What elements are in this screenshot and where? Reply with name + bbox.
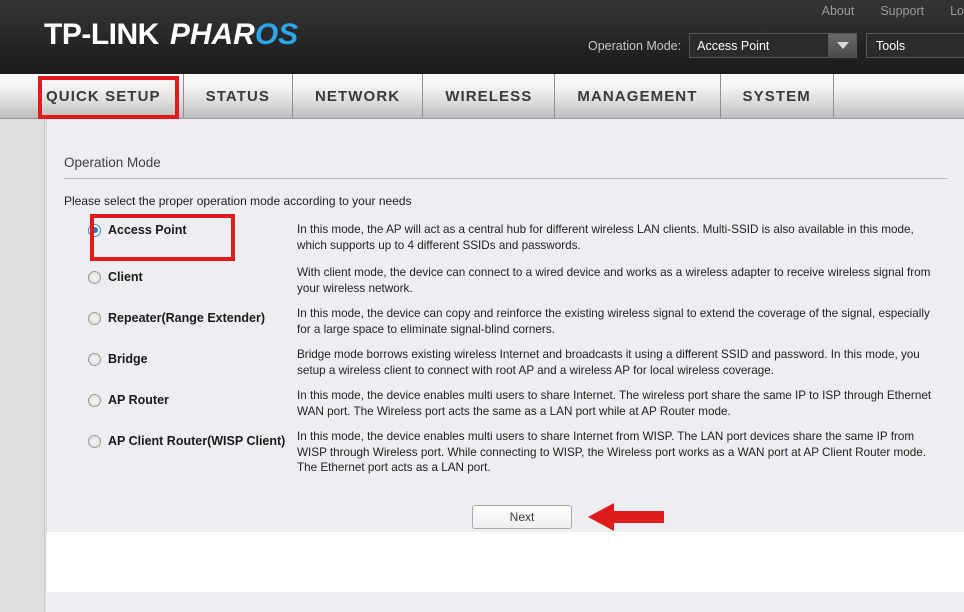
mode-option-client[interactable]: Client With client mode, the device can … [64, 266, 948, 307]
mode-description: In this mode, the device enables multi u… [297, 430, 926, 474]
tab-system[interactable]: SYSTEM [721, 74, 834, 118]
page-header: TP-LINK PHAROS About Support Lo Operation… [0, 0, 964, 74]
tools-select[interactable]: Tools [866, 33, 964, 58]
header-links: About Support Lo [822, 4, 964, 18]
radio-ap-router[interactable] [88, 393, 101, 407]
logout-link[interactable]: Lo [950, 4, 964, 18]
pharos-config-page: TP-LINK PHAROS About Support Lo Operation… [0, 0, 964, 612]
tp-link-pharos-logo: TP-LINK PHAROS [44, 18, 298, 52]
mode-option-ap-client-router[interactable]: AP Client Router(WISP Client) In this mo… [64, 430, 948, 490]
mode-description: In this mode, the device enables multi u… [297, 389, 932, 418]
mode-label: Access Point [108, 223, 187, 237]
brand-pharos: PHAROS [170, 18, 298, 51]
support-link[interactable]: Support [880, 4, 924, 18]
tools-value: Tools [876, 38, 906, 53]
left-gutter [0, 119, 45, 612]
tab-status[interactable]: STATUS [184, 74, 293, 118]
tab-wireless[interactable]: WIRELESS [423, 74, 556, 118]
mode-label: Client [108, 270, 143, 284]
mode-option-ap-router[interactable]: AP Router In this mode, the device enabl… [64, 389, 948, 430]
mode-description: Bridge mode borrows existing wireless In… [297, 348, 920, 377]
operation-mode-value: Access Point [697, 38, 770, 53]
mode-option-bridge[interactable]: Bridge Bridge mode borrows existing wire… [64, 348, 948, 389]
mode-label: AP Router [108, 393, 169, 407]
title-divider [64, 178, 948, 179]
page-title: Operation Mode [64, 155, 161, 170]
radio-ap-client-router[interactable] [88, 434, 101, 448]
about-link[interactable]: About [822, 4, 855, 18]
mode-description: With client mode, the device can connect… [297, 266, 931, 295]
radio-repeater[interactable] [88, 311, 101, 325]
mode-description: In this mode, the device can copy and re… [297, 307, 930, 336]
next-button[interactable]: Next [472, 505, 572, 529]
tab-management[interactable]: MANAGEMENT [555, 74, 721, 118]
brand-pharos-white: PHAR [169, 18, 255, 51]
bottom-white-area [47, 532, 964, 592]
operation-mode-list: Access Point In this mode, the AP will a… [64, 214, 948, 490]
operation-mode-panel: Operation Mode Please select the proper … [46, 119, 964, 612]
content-area: Operation Mode Please select the proper … [46, 119, 964, 612]
radio-access-point[interactable] [88, 223, 101, 237]
intro-text: Please select the proper operation mode … [64, 194, 412, 208]
bottom-strip [47, 592, 964, 612]
operation-mode-control: Operation Mode: Access Point [588, 33, 858, 58]
mode-label: Bridge [108, 352, 148, 366]
mode-label: Repeater(Range Extender) [108, 311, 265, 325]
tab-network[interactable]: NETWORK [293, 74, 424, 118]
annotation-highlight-access-point [90, 214, 235, 261]
operation-mode-label: Operation Mode: [588, 38, 682, 53]
annotation-arrow-next [588, 503, 664, 531]
annotation-highlight-quick-setup [38, 76, 179, 119]
brand-tplink: TP-LINK [44, 18, 159, 51]
mode-option-access-point[interactable]: Access Point In this mode, the AP will a… [64, 214, 948, 266]
mode-option-repeater[interactable]: Repeater(Range Extender) In this mode, t… [64, 307, 948, 348]
operation-mode-select[interactable]: Access Point [689, 33, 858, 58]
mode-description: In this mode, the AP will act as a centr… [297, 223, 914, 252]
brand-pharos-os: OS [254, 18, 299, 51]
chevron-down-icon[interactable] [828, 34, 857, 57]
mode-label: AP Client Router(WISP Client) [108, 434, 286, 448]
radio-client[interactable] [88, 270, 101, 284]
radio-bridge[interactable] [88, 352, 101, 366]
